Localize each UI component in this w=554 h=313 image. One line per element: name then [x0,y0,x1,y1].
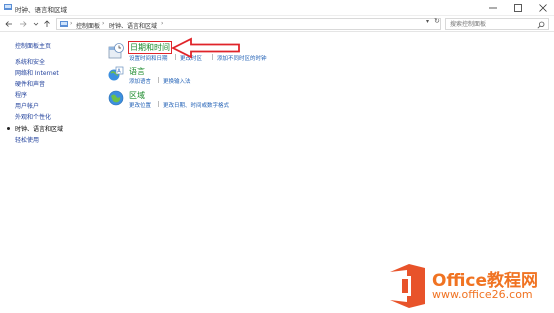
breadcrumb-separator: › [70,20,73,27]
sidebar-item-user-accounts[interactable]: 用户帐户 [15,101,39,110]
date-time-icon[interactable] [108,43,124,59]
breadcrumb-separator: › [102,20,105,27]
arrow-left-icon [5,21,12,27]
address-bar[interactable]: › 控制面板 › 时钟、语言和区域 › [56,18,441,30]
sidebar-item-ease-of-access[interactable]: 轻松使用 [15,135,39,144]
region-icon[interactable] [108,90,124,106]
active-indicator [7,127,10,130]
sidebar-item-home[interactable]: 控制面板主页 [15,41,51,50]
close-icon [539,4,547,12]
link-separator [158,101,159,107]
breadcrumb-control-panel[interactable]: 控制面板 [76,21,100,30]
title-bar: 时钟、语言和区域 [0,0,554,16]
control-panel-icon [4,4,12,10]
minimize-icon [489,7,497,9]
window-title: 时钟、语言和区域 [15,6,67,14]
language-icon[interactable]: A [108,66,124,82]
sidebar-item-system-security[interactable]: 系统和安全 [15,57,45,66]
sidebar-item-hardware[interactable]: 硬件和声音 [15,79,45,88]
link-change-input-method[interactable]: 更换输入法 [163,77,191,85]
link-change-date-time-number-format[interactable]: 更改日期、时间或数字格式 [163,101,229,109]
maximize-icon [514,4,522,12]
search-input[interactable] [446,19,534,29]
category-title-language[interactable]: 语言 [129,66,145,77]
breadcrumb-separator: › [161,20,164,27]
recent-locations-button[interactable] [31,19,41,29]
sidebar-item-clock-language-region[interactable]: 时钟、语言和区域 [15,124,63,133]
arrow-right-icon [20,21,27,27]
control-panel-icon [60,21,68,27]
address-row: › 控制面板 › 时钟、语言和区域 › ▾ ↻ [0,16,554,32]
up-button[interactable] [42,19,52,29]
svg-text:A: A [117,69,121,75]
category-title-region[interactable]: 区域 [129,90,145,101]
search-box[interactable] [445,18,549,30]
chevron-down-icon [33,22,39,26]
refresh-icon[interactable]: ↻ [434,17,440,25]
breadcrumb-current[interactable]: 时钟、语言和区域 [109,21,157,30]
arrow-up-icon [44,20,50,27]
address-dropdown-icon[interactable]: ▾ [426,18,429,25]
red-arrow-annotation [171,37,240,59]
category-title-date-time[interactable]: 日期和时间 [128,41,172,54]
watermark-url: www.office26.com [432,288,533,301]
sidebar-item-network[interactable]: 网络和 Internet [15,68,59,77]
back-button[interactable] [4,19,14,29]
sidebar-item-programs[interactable]: 程序 [15,90,27,99]
link-change-location[interactable]: 更改位置 [129,101,151,109]
sidebar-item-appearance[interactable]: 外观和个性化 [15,112,51,121]
search-icon[interactable] [537,21,545,29]
maximize-button[interactable] [505,2,531,14]
link-set-time-date[interactable]: 设置时间和日期 [129,54,168,62]
close-button[interactable] [530,2,554,14]
link-separator [158,77,159,83]
forward-button[interactable] [18,19,28,29]
link-add-language[interactable]: 添加语言 [129,77,151,85]
minimize-button[interactable] [480,2,506,14]
